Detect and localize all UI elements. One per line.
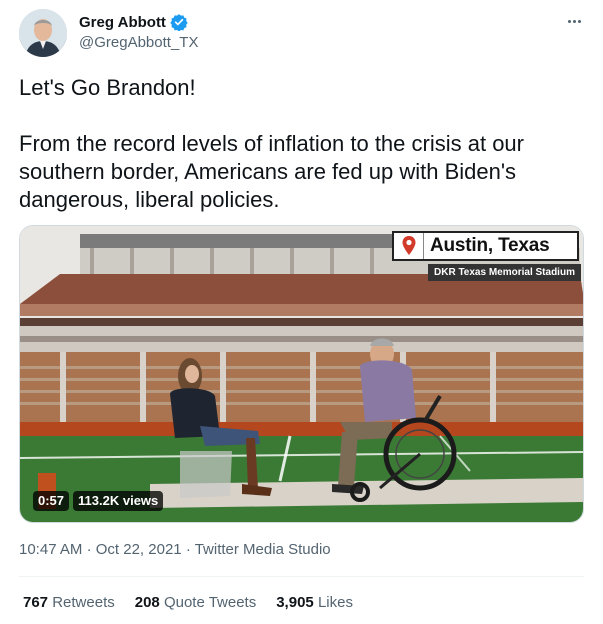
more-dot-icon xyxy=(567,19,571,23)
tweet-metadata: 10:47 AM · Oct 22, 2021 · Twitter Media … xyxy=(19,541,331,558)
location-lower-third: Austin, Texas xyxy=(392,231,579,261)
video-duration: 0:57 xyxy=(33,491,70,511)
tweet-time[interactable]: 10:47 AM xyxy=(19,541,82,558)
meta-separator: · xyxy=(86,541,92,558)
tweet-card: Greg Abbott @GregAbbott_TX Let's Go Bran… xyxy=(0,0,603,624)
location-title: Austin, Texas xyxy=(430,235,550,256)
author-name-row[interactable]: Greg Abbott xyxy=(79,12,188,32)
likes-count: 3,905 xyxy=(276,594,314,611)
avatar-portrait xyxy=(19,9,67,57)
tweet-text-line-2: From the record levels of inflation to t… xyxy=(19,131,524,212)
divider xyxy=(19,576,584,577)
retweets-count: 767 xyxy=(23,594,49,611)
author-handle[interactable]: @GregAbbott_TX xyxy=(79,34,198,51)
tweet-date[interactable]: Oct 22, 2021 xyxy=(96,541,182,558)
avatar[interactable] xyxy=(19,9,67,57)
verified-badge-icon xyxy=(170,13,188,32)
tweet-text: Let's Go Brandon! From the record levels… xyxy=(19,74,584,214)
likes-stat[interactable]: 3,905 Likes xyxy=(276,594,353,611)
likes-label: Likes xyxy=(317,594,353,611)
more-dot-icon xyxy=(572,19,576,23)
more-options-button[interactable] xyxy=(562,10,586,32)
retweets-stat[interactable]: 767 Retweets xyxy=(23,594,115,611)
video-info-badges: 0:57 113.2K views xyxy=(33,491,164,511)
location-subtitle: DKR Texas Memorial Stadium xyxy=(428,264,581,281)
location-pin-icon xyxy=(394,233,424,259)
retweets-label: Retweets xyxy=(52,594,115,611)
quote-tweets-label: Quote Tweets xyxy=(163,594,257,611)
video-player[interactable]: Austin, Texas DKR Texas Memorial Stadium… xyxy=(19,225,584,523)
engagement-stats: 767 Retweets 208 Quote Tweets 3,905 Like… xyxy=(23,594,373,611)
quote-tweets-count: 208 xyxy=(134,594,160,611)
tweet-source[interactable]: Twitter Media Studio xyxy=(195,541,331,558)
quote-tweets-stat[interactable]: 208 Quote Tweets xyxy=(135,594,256,611)
more-dot-icon xyxy=(577,19,581,23)
video-views: 113.2K views xyxy=(73,491,164,511)
tweet-text-line-1: Let's Go Brandon! xyxy=(19,75,196,100)
meta-separator: · xyxy=(185,541,191,558)
author-display-name[interactable]: Greg Abbott xyxy=(79,14,166,31)
